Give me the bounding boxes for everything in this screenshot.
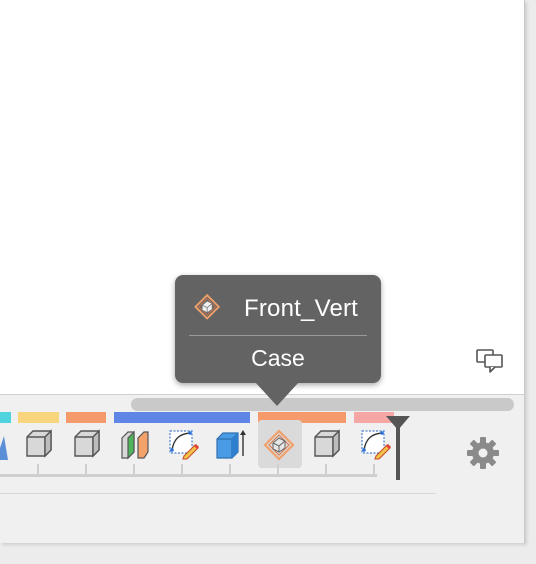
timeline-tick [181,464,183,476]
tooltip-title: Front_Vert [244,295,359,322]
comments-icon[interactable] [474,346,506,374]
timeline-feature[interactable] [306,422,346,464]
plane-feature-icon [193,291,223,321]
timeline-tick [325,464,327,476]
timeline-tick [229,464,231,476]
tooltip-arrow [255,382,299,406]
timeline-tick [37,464,39,476]
timeline-tick [277,464,279,476]
timeline-feature[interactable] [66,422,106,464]
app-window [0,0,525,543]
timeline-track [0,474,377,477]
timeline-marker-icon[interactable] [384,414,412,482]
timeline-feature[interactable] [114,422,154,464]
timeline-tick [373,464,375,476]
timeline-tick [133,464,135,476]
tooltip-subtitle: Case [251,345,305,371]
timeline-separator [0,493,436,494]
timeline-tick [85,464,87,476]
timeline-feature-selected[interactable] [258,420,302,468]
timeline-feature[interactable] [162,422,202,464]
timeline-feature[interactable] [0,422,14,464]
timeline-feature[interactable] [18,422,58,464]
feature-tooltip: Front_Vert Case [175,275,381,383]
timeline-scrollbar[interactable] [131,398,514,411]
tooltip-divider [189,335,367,336]
gear-icon[interactable] [466,436,500,470]
timeline-feature[interactable] [210,422,250,464]
